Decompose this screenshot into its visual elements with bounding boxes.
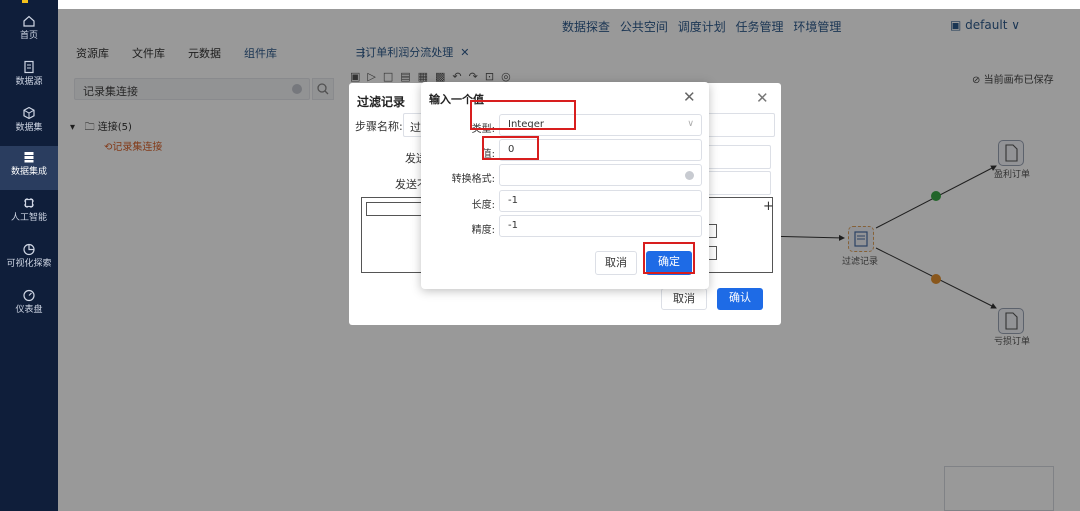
dataset-icon xyxy=(23,106,35,120)
sidebar-item-label: 数据源 xyxy=(15,77,43,87)
sidebar-item-dashboard[interactable]: 仪表盘 xyxy=(0,284,58,328)
format-label: 转换格式: xyxy=(451,174,495,185)
annotation-box-value xyxy=(482,136,539,160)
chevron-down-icon: ∨ xyxy=(687,119,694,129)
step-name-label: 步骤名称: xyxy=(355,120,403,133)
send-false-select[interactable] xyxy=(701,171,771,195)
datasource-icon xyxy=(24,60,34,74)
add-condition-icon[interactable]: + xyxy=(763,199,774,214)
back-cancel-button[interactable]: 取消 xyxy=(661,288,707,310)
length-input[interactable]: -1 xyxy=(499,190,702,212)
close-icon[interactable]: ✕ xyxy=(683,88,696,106)
precision-label: 精度: xyxy=(471,225,495,236)
sidebar-item-label: 人工智能 xyxy=(10,213,47,223)
sidebar-item-visual-explore[interactable]: 可视化探索 xyxy=(0,238,58,282)
send-true-select[interactable] xyxy=(701,145,771,169)
sidebar-item-ai[interactable]: 人工智能 xyxy=(0,192,58,236)
sidebar-item-label: 可视化探索 xyxy=(6,259,52,269)
annotation-box-type xyxy=(470,100,576,130)
dashboard-icon xyxy=(23,289,35,302)
sidebar: 首页 数据源 数据集 数据集成 人工智能 可视化探索 仪表盘 xyxy=(0,0,58,511)
home-icon xyxy=(23,15,35,27)
ai-icon xyxy=(24,198,34,208)
integration-icon xyxy=(24,152,34,163)
sidebar-item-integration[interactable]: 数据集成 xyxy=(0,146,58,190)
sidebar-item-label: 数据集 xyxy=(15,123,43,133)
sidebar-item-datasource[interactable]: 数据源 xyxy=(0,56,58,100)
precision-input[interactable]: -1 xyxy=(499,215,702,237)
clear-icon[interactable] xyxy=(685,171,694,180)
format-select[interactable] xyxy=(499,164,702,186)
dialog-title: 过滤记录 xyxy=(357,95,406,109)
annotation-box-confirm xyxy=(643,242,695,274)
close-icon[interactable]: ✕ xyxy=(756,89,769,107)
back-confirm-button[interactable]: 确认 xyxy=(717,288,763,310)
sidebar-item-label: 数据集成 xyxy=(10,167,47,177)
sidebar-item-home[interactable]: 首页 xyxy=(0,10,58,54)
sidebar-item-dataset[interactable]: 数据集 xyxy=(0,102,58,146)
length-label: 长度: xyxy=(471,200,495,211)
chart-pie-icon xyxy=(23,243,35,256)
sidebar-item-label: 仪表盘 xyxy=(15,305,43,315)
logo-mark xyxy=(22,0,28,3)
cancel-button[interactable]: 取消 xyxy=(595,251,637,275)
sidebar-item-label: 首页 xyxy=(19,31,38,41)
condition-row[interactable] xyxy=(366,202,426,216)
